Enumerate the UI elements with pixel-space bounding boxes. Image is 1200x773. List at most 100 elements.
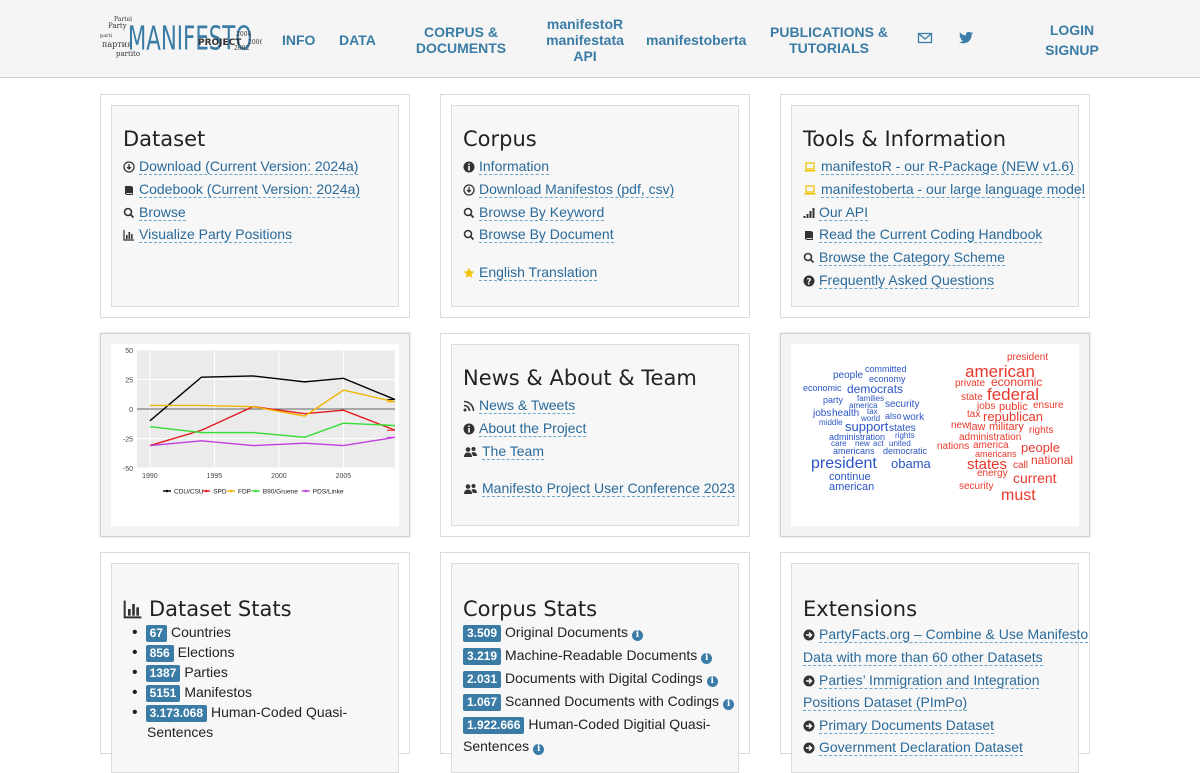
dataset-visualize-link[interactable]: Visualize Party Positions: [139, 226, 293, 243]
nav-auth: LOGIN SIGNUP: [1040, 22, 1104, 58]
list-item: • 3.173.068 Human-Coded Quasi-: [132, 704, 348, 722]
corpus-keyword-link[interactable]: Browse By Keyword: [479, 204, 605, 221]
wordcloud-word: new: [951, 420, 970, 431]
nav-publications-line2: TUTORIALS: [789, 40, 869, 56]
extension-pimpo-link-cont[interactable]: Positions Dataset (PImPo): [803, 694, 968, 711]
tools-faq-link[interactable]: Frequently Asked Questions: [819, 272, 995, 289]
y-tick-label: -50: [123, 466, 133, 473]
logo-year: 2002: [234, 45, 249, 52]
news-conference-row: Manifesto Project User Conference 2023: [463, 480, 735, 497]
nav-manifestoberta[interactable]: manifestoberta: [646, 32, 746, 48]
nav-publications-tutorials[interactable]: PUBLICATIONS & TUTORIALS: [770, 24, 888, 56]
wordcloud-word: work: [903, 412, 925, 423]
twitter-icon[interactable]: [958, 30, 974, 46]
dataset-card-inner: Dataset Download (Current Version: 2024a…: [111, 105, 399, 307]
news-team-link[interactable]: The Team: [482, 443, 544, 460]
corpus-download-link[interactable]: Download Manifestos (pdf, csv): [479, 181, 675, 198]
info-icon[interactable]: i: [701, 653, 713, 664]
download-icon: [463, 183, 475, 196]
news-tweets-link[interactable]: News & Tweets: [479, 397, 576, 414]
info-icon[interactable]: i: [631, 630, 643, 641]
corpus-information-link[interactable]: Information: [479, 158, 550, 175]
envelope-icon[interactable]: [917, 30, 933, 46]
party-positions-chart-card[interactable]: 50 25 0 -25 -50 1990 1995 2000 2005 CDU/CSU SPD FDP…: [100, 333, 410, 537]
extension-pimpo-link[interactable]: Parties’ Immigration and Integration: [819, 672, 1040, 689]
dataset-codebook-link[interactable]: Codebook (Current Version: 2024a): [139, 181, 361, 198]
wordcloud-word: national: [1031, 453, 1074, 468]
stat-label: Countries: [170, 624, 231, 640]
corpus-information-row: Information: [463, 158, 550, 175]
dataset-stats-card: Dataset Stats • 67 Countries • 856 Elections…: [100, 552, 410, 773]
tools-api-link[interactable]: Our API: [819, 204, 869, 221]
legend-dot: [204, 489, 208, 493]
dataset-browse-row: Browse: [123, 204, 186, 221]
stat-badge: 3.509: [463, 625, 502, 642]
svg-text:?: ?: [807, 277, 812, 287]
dataset-download-link[interactable]: Download (Current Version: 2024a): [139, 158, 359, 175]
tools-card: Tools & Information manifestoR - our R-P…: [780, 94, 1090, 318]
dataset-visualize-row: Visualize Party Positions: [123, 226, 293, 243]
news-card-inner: News & About & Team News & Tweets About …: [451, 344, 739, 526]
extensions-title: Extensions: [803, 597, 918, 621]
news-conference-link[interactable]: Manifesto Project User Conference 2023: [482, 480, 735, 497]
tools-category-link[interactable]: Browse the Category Scheme: [819, 249, 1005, 266]
wordcloud-word: committed: [865, 363, 907, 374]
tools-manifestoberta-link[interactable]: manifestoberta - our large language mode…: [821, 181, 1085, 198]
news-about-link[interactable]: About the Project: [479, 420, 587, 437]
extension-pimpo-row: Parties’ Immigration and Integration: [803, 672, 1040, 689]
party-positions-chart: 50 25 0 -25 -50 1990 1995 2000 2005 CDU/CSU SPD FDP…: [111, 344, 399, 526]
laptop-icon: [804, 184, 816, 194]
legend-label: B90/Gruene: [263, 489, 298, 496]
wordcloud-card[interactable]: people committed economy economic democrats f…: [780, 333, 1090, 537]
x-tick-label: 2000: [271, 473, 287, 480]
extension-partyfacts-link[interactable]: PartyFacts.org – Combine & Use Manifesto: [819, 626, 1089, 643]
nav-info[interactable]: INFO: [282, 32, 315, 48]
extension-partyfacts-link-cont[interactable]: Data with more than 60 other Datasets: [803, 649, 1043, 666]
users-icon: [464, 483, 477, 494]
legend-label: CDU/CSU: [174, 489, 204, 496]
corpus-stats-card-inner: Corpus Stats 3.509 Original Documents i 3.…: [451, 563, 739, 773]
y-tick-label: 50: [125, 348, 133, 355]
news-team-row: The Team: [463, 443, 544, 460]
arrow-circle-right-icon: [803, 629, 815, 640]
stat-label-cont: Sentences: [463, 738, 530, 754]
tools-manifestoberta-row: manifestoberta - our large language mode…: [803, 181, 1085, 198]
logo-year: 2004: [236, 31, 251, 38]
manifesto-project-logo[interactable]: Partei Party parti партия partito MANIFE…: [100, 12, 262, 64]
nav-corpus-documents[interactable]: CORPUS & DOCUMENTS: [410, 24, 512, 56]
list-item: 2.031 Documents with Digital Codings i: [463, 670, 718, 688]
dataset-card: Dataset Download (Current Version: 2024a…: [100, 94, 410, 318]
stat-label: Machine-Readable Documents: [505, 647, 698, 663]
x-tick-label: 1995: [207, 473, 223, 480]
star-icon: [463, 267, 475, 278]
nav-data[interactable]: DATA: [339, 32, 376, 48]
news-tweets-row: News & Tweets: [463, 397, 576, 414]
info-icon[interactable]: i: [723, 699, 735, 710]
legend-label: PDS/Linke: [313, 489, 344, 496]
corpus-translation-link[interactable]: English Translation: [479, 264, 598, 281]
wordcloud-word: people: [1021, 439, 1061, 455]
dataset-browse-link[interactable]: Browse: [139, 204, 186, 221]
stat-label: Elections: [177, 644, 235, 660]
nav-manifestor-api[interactable]: manifestoR manifestata API: [540, 16, 630, 64]
extension-primary-link[interactable]: Primary Documents Dataset: [819, 717, 995, 734]
info-icon[interactable]: i: [533, 744, 545, 755]
stat-badge: 856: [145, 645, 174, 662]
corpus-document-link[interactable]: Browse By Document: [479, 226, 614, 243]
tools-manifestor-link[interactable]: manifestoR - our R-Package (NEW v1.6): [821, 158, 1074, 175]
signup-link[interactable]: SIGNUP: [1040, 42, 1104, 58]
extension-government-link[interactable]: Government Declaration Dataset: [819, 739, 1023, 756]
x-tick-label: 2005: [336, 473, 352, 480]
tools-handbook-link[interactable]: Read the Current Coding Handbook: [819, 226, 1043, 243]
extensions-card-inner: Extensions PartyFacts.org – Combine & Us…: [791, 563, 1089, 773]
legend-dot: [254, 489, 258, 493]
extensions-card: Extensions PartyFacts.org – Combine & Us…: [780, 552, 1090, 773]
info-icon[interactable]: i: [706, 676, 718, 687]
corpus-title: Corpus: [463, 127, 537, 151]
login-link[interactable]: LOGIN: [1040, 22, 1104, 38]
tools-title: Tools & Information: [803, 127, 1007, 151]
stat-badge: 3.173.068: [145, 705, 207, 722]
tools-category-row: Browse the Category Scheme: [803, 249, 1005, 266]
list-item: 3.219 Machine-Readable Documents i: [463, 647, 713, 665]
wordcloud-word: people: [833, 370, 864, 381]
